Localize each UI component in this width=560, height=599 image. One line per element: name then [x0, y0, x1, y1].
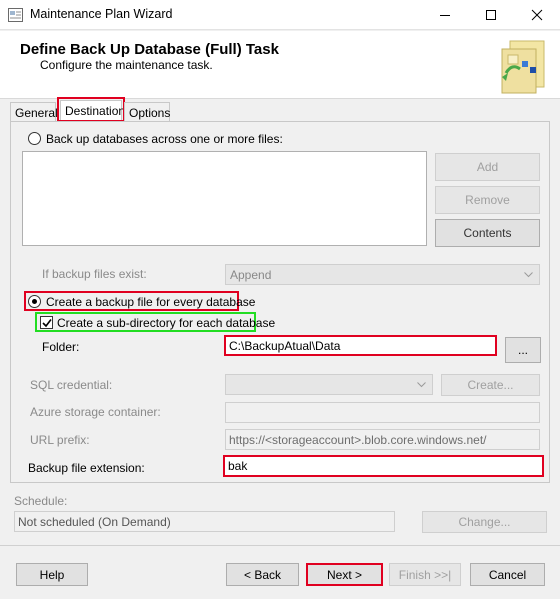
backup-files-list[interactable] — [22, 151, 427, 246]
footer-separator — [0, 545, 560, 546]
page-subtitle: Configure the maintenance task. — [40, 58, 213, 72]
cancel-button[interactable]: Cancel — [470, 563, 545, 586]
create-credential-button[interactable]: Create... — [441, 374, 540, 396]
contents-button[interactable]: Contents — [435, 219, 540, 247]
create-file-label: Create a backup file for every database — [46, 295, 256, 309]
help-button[interactable]: Help — [16, 563, 88, 586]
add-button[interactable]: Add — [435, 153, 540, 181]
change-schedule-button[interactable]: Change... — [422, 511, 547, 533]
finish-button[interactable]: Finish >>| — [389, 563, 461, 586]
create-subdir-label: Create a sub-directory for each database — [57, 316, 276, 330]
minimize-icon — [440, 15, 450, 16]
wizard-header: Define Back Up Database (Full) Task Conf… — [0, 31, 560, 99]
extension-label: Backup file extension: — [28, 461, 145, 475]
backup-across-files-radio[interactable] — [28, 132, 41, 145]
close-button[interactable] — [514, 0, 560, 30]
next-button[interactable]: Next > — [306, 563, 383, 586]
backup-across-files-label: Back up databases across one or more fil… — [46, 132, 283, 146]
checkmark-icon — [42, 319, 52, 328]
wizard-banner-icon — [496, 37, 548, 95]
if-exist-select[interactable]: Append — [225, 264, 540, 285]
maximize-icon — [486, 10, 496, 20]
chevron-down-icon — [524, 272, 533, 278]
schedule-input[interactable]: Not scheduled (On Demand) — [14, 511, 395, 532]
schedule-label: Schedule: — [14, 494, 68, 508]
sql-credential-label: SQL credential: — [30, 378, 113, 392]
azure-container-label: Azure storage container: — [30, 405, 161, 419]
if-exist-label: If backup files exist: — [42, 267, 147, 281]
if-exist-value: Append — [230, 267, 272, 282]
sql-credential-select[interactable] — [225, 374, 433, 395]
browse-folder-button[interactable]: ... — [505, 337, 541, 363]
maximize-button[interactable] — [468, 0, 514, 30]
back-button[interactable]: < Back — [226, 563, 299, 586]
extension-input[interactable]: bak — [223, 455, 544, 477]
remove-button[interactable]: Remove — [435, 186, 540, 214]
window-title: Maintenance Plan Wizard — [30, 7, 173, 21]
chevron-down-icon — [417, 382, 426, 388]
app-icon — [8, 8, 23, 22]
folder-input[interactable]: C:\BackupAtual\Data — [224, 335, 497, 356]
tab-options[interactable]: Options — [124, 102, 170, 122]
create-subdir-checkbox[interactable] — [40, 316, 53, 329]
folder-label: Folder: — [42, 340, 80, 354]
tab-general[interactable]: General — [10, 102, 58, 122]
url-prefix-label: URL prefix: — [30, 433, 90, 447]
close-icon — [531, 9, 543, 21]
azure-container-input[interactable] — [225, 402, 540, 423]
page-title: Define Back Up Database (Full) Task — [20, 41, 279, 58]
minimize-button[interactable] — [422, 0, 468, 30]
tab-destination-highlight — [57, 97, 125, 122]
create-file-radio[interactable] — [28, 295, 41, 308]
title-bar: Maintenance Plan Wizard — [0, 0, 560, 30]
url-prefix-input[interactable]: https://<storageaccount>.blob.core.windo… — [225, 429, 540, 450]
